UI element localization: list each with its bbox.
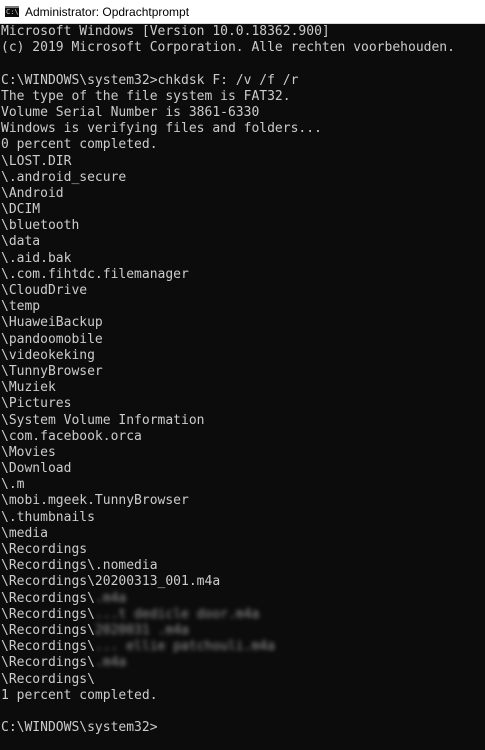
console-line-text: \.android_secure xyxy=(1,169,127,185)
console-line: The type of the file system is FAT32. xyxy=(1,89,485,105)
console-line-text: \Recordings\.nomedia xyxy=(1,558,158,574)
console-line-text: The type of the file system is FAT32. xyxy=(1,88,291,104)
console-line-text: \LOST.DIR xyxy=(1,153,72,169)
console-line: \temp xyxy=(1,299,485,315)
console-line: \Recordings\.m4a xyxy=(1,655,485,671)
console-line: \pandoomobile xyxy=(1,332,485,348)
console-line: C:\WINDOWS\system32>chkdsk F: /v /f /r xyxy=(1,73,485,89)
console-line-text: \HuaweiBackup xyxy=(1,315,103,331)
console-line: \.com.fihtdc.filemanager xyxy=(1,267,485,283)
console-line-text: \Recordings\ xyxy=(1,639,95,655)
console-line: \Download xyxy=(1,461,485,477)
console-line: Windows is verifying files and folders..… xyxy=(1,121,485,137)
console-line-text: \.m xyxy=(1,477,25,493)
console-line-text: \mobi.mgeek.TunnyBrowser xyxy=(1,493,189,509)
console-line-text: \media xyxy=(1,525,48,541)
console-line: \Recordings\20200313_001.m4a xyxy=(1,574,485,590)
console-line: C:\WINDOWS\system32> xyxy=(1,720,485,736)
console-line: \mobi.mgeek.TunnyBrowser xyxy=(1,493,485,509)
console-line-text: C:\WINDOWS\system32> xyxy=(1,720,158,736)
console-line: \Recordings\2020031 .m4a xyxy=(1,623,485,639)
console-output[interactable]: Microsoft Windows [Version 10.0.18362.90… xyxy=(0,24,485,750)
console-line-text: \Movies xyxy=(1,444,56,460)
console-line-text: \Recordings\ xyxy=(1,606,95,622)
cmd-icon: C:\ xyxy=(5,6,19,17)
redacted-filename: ...t dedicle door.m4a xyxy=(94,606,260,622)
console-line-text: \Recordings\20200313_001.m4a xyxy=(1,574,221,590)
console-line: \videokeking xyxy=(1,348,485,364)
console-line-text: C:\WINDOWS\system32>chkdsk F: /v /f /r xyxy=(1,72,299,88)
title-bar[interactable]: C:\ Administrator: Opdrachtprompt xyxy=(0,0,485,24)
redacted-filename: .m4a xyxy=(94,590,127,606)
console-line: \.aid.bak xyxy=(1,251,485,267)
console-line: \Android xyxy=(1,186,485,202)
console-line-text: \com.facebook.orca xyxy=(1,428,142,444)
console-line-text: \DCIM xyxy=(1,202,41,218)
console-line-text: \Recordings\ xyxy=(1,671,95,687)
console-line: \TunnyBrowser xyxy=(1,364,485,380)
console-line: \.thumbnails xyxy=(1,510,485,526)
console-line-text: \.com.fihtdc.filemanager xyxy=(1,266,189,282)
console-line-text: \Pictures xyxy=(1,396,72,412)
console-line-text: 1 percent completed. xyxy=(1,687,158,703)
console-line-text: \data xyxy=(1,234,41,250)
console-line: \System Volume Information xyxy=(1,413,485,429)
console-line: \DCIM xyxy=(1,202,485,218)
console-line: 1 percent completed. xyxy=(1,688,485,704)
redacted-filename: 2020031 .m4a xyxy=(94,622,189,638)
console-line-text: \Download xyxy=(1,461,72,477)
console-line-text: \.thumbnails xyxy=(1,509,95,525)
window-title: Administrator: Opdrachtprompt xyxy=(25,4,190,19)
console-line: \Recordings xyxy=(1,542,485,558)
cmd-icon-glyph: C:\ xyxy=(6,8,19,16)
console-line-text: \Android xyxy=(1,185,64,201)
console-line-text: \pandoomobile xyxy=(1,331,103,347)
console-line: \Recordings\.nomedia xyxy=(1,558,485,574)
console-line-text: Microsoft Windows [Version 10.0.18362.90… xyxy=(1,24,330,39)
console-line: \Muziek xyxy=(1,380,485,396)
console-line: \Pictures xyxy=(1,396,485,412)
console-line-text: \System Volume Information xyxy=(1,412,205,428)
console-line-text: \.aid.bak xyxy=(1,250,72,266)
console-line: \.m xyxy=(1,477,485,493)
redacted-filename: .m4a xyxy=(94,655,127,671)
console-line-text: \bluetooth xyxy=(1,218,80,234)
redacted-filename: ... ellie patchouli.m4a xyxy=(94,639,275,655)
console-line: \Movies xyxy=(1,445,485,461)
console-line-text: \Recordings xyxy=(1,542,88,557)
console-line-text: \Recordings\ xyxy=(1,622,95,638)
console-line: \Recordings\... ellie patchouli.m4a xyxy=(1,639,485,655)
console-line-text: Volume Serial Number is 3861-6330 xyxy=(1,104,260,120)
console-line: \Recordings\ xyxy=(1,672,485,688)
console-line: 0 percent completed. xyxy=(1,137,485,153)
console-line: Volume Serial Number is 3861-6330 xyxy=(1,105,485,121)
console-line: \LOST.DIR xyxy=(1,154,485,170)
console-line-text: \Muziek xyxy=(1,380,56,396)
console-line-text: \Recordings\ xyxy=(1,655,95,671)
console-line-text: Windows is verifying files and folders..… xyxy=(1,121,322,137)
console-line-text: \TunnyBrowser xyxy=(1,363,103,379)
console-line-text: 0 percent completed. xyxy=(1,137,158,153)
console-line-text: \temp xyxy=(1,299,41,315)
console-line: Microsoft Windows [Version 10.0.18362.90… xyxy=(1,24,485,40)
console-line: \Recordings\.m4a xyxy=(1,591,485,607)
console-line: \media xyxy=(1,526,485,542)
command-prompt-window: C:\ Administrator: Opdrachtprompt Micros… xyxy=(0,0,485,750)
console-line: \com.facebook.orca xyxy=(1,429,485,445)
console-line-text: (c) 2019 Microsoft Corporation. Alle rec… xyxy=(1,40,455,56)
console-line-text: \videokeking xyxy=(1,347,95,363)
console-line: \Recordings\...t dedicle door.m4a xyxy=(1,607,485,623)
console-line: \CloudDrive xyxy=(1,283,485,299)
console-line: \.android_secure xyxy=(1,170,485,186)
console-line-text: \Recordings\ xyxy=(1,590,95,606)
console-line: \data xyxy=(1,234,485,250)
console-line: \HuaweiBackup xyxy=(1,315,485,331)
console-line: (c) 2019 Microsoft Corporation. Alle rec… xyxy=(1,40,485,56)
console-line: \bluetooth xyxy=(1,218,485,234)
console-line-text: \CloudDrive xyxy=(1,283,88,298)
